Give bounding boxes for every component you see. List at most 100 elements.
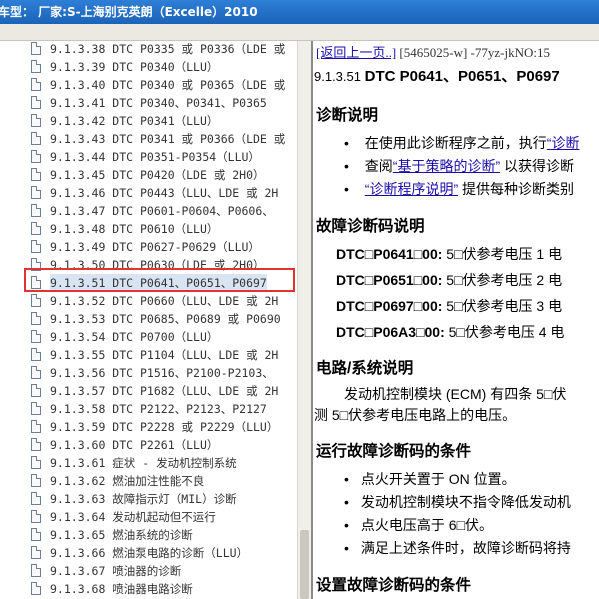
document-page-icon <box>31 456 41 469</box>
bullet-dot: • <box>344 158 349 174</box>
diag-bullet-3: • “诊断程序说明” 提供每种诊断类别 <box>344 181 575 197</box>
document-page-icon <box>31 420 41 433</box>
document-page-icon <box>31 240 41 253</box>
tree-item[interactable]: 9.1.3.46 DTC P0443（LLU、LDE 或 2H <box>0 184 297 202</box>
tree-item[interactable]: 9.1.3.50 DTC P0630（LDE 或 2H0） <box>0 256 297 274</box>
document-page-icon <box>31 510 41 523</box>
doc-nav-line: [返回上一页..] [5465025-w] -77yz-jkNO:15 <box>316 42 550 61</box>
doc-title-number: 9.1.3.51 <box>314 69 365 84</box>
tree-item[interactable]: 9.1.3.58 DTC P2122、P2123、P2127 <box>0 400 297 418</box>
circuit-paragraph-line-1: 发动机控制模块 (ECM) 有四条 5□伏 <box>344 386 567 402</box>
run-bullet: • 满足上述条件时，故障诊断码将持 <box>344 540 571 556</box>
document-page-icon <box>31 60 41 73</box>
diag-bullet-1: • 在使用此诊断程序之前，执行“诊断 <box>344 135 580 151</box>
document-page-icon <box>31 312 41 325</box>
tree-item-label: 9.1.3.61 症状 - 发动机控制系统 <box>50 456 237 470</box>
document-page-icon <box>31 330 41 343</box>
tree-item[interactable]: 9.1.3.63 故障指示灯（MIL）诊断 <box>0 490 297 508</box>
section-heading-run-conditions: 运行故障诊断码的条件 <box>316 443 472 460</box>
tree-item[interactable]: 9.1.3.40 DTC P0340 或 P0365（LDE 或 <box>0 76 297 94</box>
pane-divider[interactable] <box>311 41 313 599</box>
tree-item[interactable]: 9.1.3.41 DTC P0340、P0341、P0365 <box>0 94 297 112</box>
tree-item[interactable]: 9.1.3.54 DTC P0700（LLU） <box>0 328 297 346</box>
section-heading-diag: 诊断说明 <box>316 107 379 124</box>
tree-item[interactable]: 9.1.3.49 DTC P0627-P0629（LLU） <box>0 238 297 256</box>
window-title-bar: 车型： 厂家:S-上海别克英朗（Excelle）2010 <box>0 0 599 24</box>
tree-item[interactable]: 9.1.3.56 DTC P1516、P2100-P2103、 <box>0 364 297 382</box>
tree-item-label: 9.1.3.57 DTC P1682（LLU、LDE 或 2H <box>50 384 279 398</box>
tree-item[interactable]: 9.1.3.47 DTC P0601-P0604、P0606、 <box>0 202 297 220</box>
bullet-dot: • <box>344 494 349 510</box>
tree-item-label: 9.1.3.65 燃油系统的诊断 <box>50 528 193 542</box>
tree-item[interactable]: 9.1.3.64 发动机起动但不运行 <box>0 508 297 526</box>
tree-item-label: 9.1.3.51 DTC P0641、P0651、P0697 <box>50 274 267 292</box>
document-page-icon <box>31 366 41 379</box>
document-page-icon <box>31 384 41 397</box>
diag-link-1[interactable]: “诊断 <box>547 135 580 151</box>
tree-item-label: 9.1.3.59 DTC P2228 或 P2229（LLU） <box>50 420 279 434</box>
section-heading-set-conditions: 设置故障诊断码的条件 <box>316 577 472 594</box>
tree-item-label: 9.1.3.39 DTC P0340（LLU） <box>50 60 219 74</box>
tree-item-label: 9.1.3.44 DTC P0351-P0354（LLU） <box>50 150 260 164</box>
tree-item[interactable]: 9.1.3.66 燃油泵电路的诊断（LLU） <box>0 544 297 562</box>
dtc-line: DTC□P0697□00: 5□伏参考电压 3 电 <box>336 298 563 314</box>
section-heading-circuit: 电路/系统说明 <box>316 360 414 377</box>
tree-item-label: 9.1.3.64 发动机起动但不运行 <box>50 510 216 524</box>
tree-item-label: 9.1.3.45 DTC P0420（LDE 或 2H0） <box>50 168 265 182</box>
tree-item[interactable]: 9.1.3.52 DTC P0660（LLU、LDE 或 2H <box>0 292 297 310</box>
diag-link-2[interactable]: “基于策略的诊断” <box>393 158 500 174</box>
dtc-line: DTC□P0651□00: 5□伏参考电压 2 电 <box>336 272 563 288</box>
tree-scrollbar[interactable] <box>297 41 312 599</box>
tree-item[interactable]: 9.1.3.59 DTC P2228 或 P2229（LLU） <box>0 418 297 436</box>
run-bullet: • 发动机控制模块不指令降低发动机 <box>344 494 571 510</box>
tree-item[interactable]: 9.1.3.43 DTC P0341 或 P0366（LDE 或 <box>0 130 297 148</box>
tree-item-label: 9.1.3.46 DTC P0443（LLU、LDE 或 2H <box>50 186 279 200</box>
tree-item[interactable]: 9.1.3.57 DTC P1682（LLU、LDE 或 2H <box>0 382 297 400</box>
document-pane: [返回上一页..] [5465025-w] -77yz-jkNO:15 9.1.… <box>314 41 599 599</box>
tree-item[interactable]: 9.1.3.42 DTC P0341（LLU） <box>0 112 297 130</box>
tree-item-label: 9.1.3.47 DTC P0601-P0604、P0606、 <box>50 204 274 218</box>
tree-item-label: 9.1.3.63 故障指示灯（MIL）诊断 <box>50 492 237 506</box>
tree-item[interactable]: 9.1.3.53 DTC P0685、P0689 或 P0690 <box>0 310 297 328</box>
tree-item[interactable]: 9.1.3.60 DTC P2261（LLU） <box>0 436 297 454</box>
back-link[interactable]: [返回上一页..] <box>316 45 396 60</box>
doc-title: 9.1.3.51 DTC P0641、P0651、P0697 <box>314 65 560 86</box>
tree-item-label: 9.1.3.60 DTC P2261（LLU） <box>50 438 219 452</box>
diag-bullet-2: • 查阅“基于策略的诊断” 以获得诊断 <box>344 158 575 174</box>
tree-item-label: 9.1.3.68 喷油器电路诊断 <box>50 582 193 596</box>
document-page-icon <box>31 132 41 145</box>
tree-item-label: 9.1.3.62 燃油加注性能不良 <box>50 474 205 488</box>
tree-scrollbar-thumb[interactable] <box>300 530 309 599</box>
bullet-dot: • <box>344 135 349 151</box>
bullet-dot: • <box>344 471 349 487</box>
document-page-icon <box>31 402 41 415</box>
document-page-icon <box>31 438 41 451</box>
diag-link-3[interactable]: “诊断程序说明” <box>365 181 458 197</box>
document-page-icon <box>31 168 41 181</box>
document-page-icon <box>31 96 41 109</box>
tree-item-label: 9.1.3.38 DTC P0335 或 P0336（LDE 或 <box>50 42 286 56</box>
document-page-icon <box>31 546 41 559</box>
tree-item-selected[interactable]: 9.1.3.51 DTC P0641、P0651、P0697 <box>0 274 297 292</box>
tree-item[interactable]: 9.1.3.48 DTC P0610（LLU） <box>0 220 297 238</box>
document-page-icon <box>31 204 41 217</box>
circuit-paragraph-line-2: 测 5□伏参考电压电路上的电压。 <box>314 407 517 423</box>
bullet-dot: • <box>344 181 349 197</box>
run-bullet: • 点火开关置于 ON 位置。 <box>344 471 516 487</box>
tree-item[interactable]: 9.1.3.55 DTC P1104（LLU、LDE 或 2H <box>0 346 297 364</box>
tree-item[interactable]: 9.1.3.61 症状 - 发动机控制系统 <box>0 454 297 472</box>
tree-item-label: 9.1.3.43 DTC P0341 或 P0366（LDE 或 <box>50 132 286 146</box>
tree-item[interactable]: 9.1.3.45 DTC P0420（LDE 或 2H0） <box>0 166 297 184</box>
tree-item[interactable]: 9.1.3.62 燃油加注性能不良 <box>0 472 297 490</box>
tree-item-label: 9.1.3.40 DTC P0340 或 P0365（LDE 或 <box>50 78 286 92</box>
tree-item[interactable]: 9.1.3.44 DTC P0351-P0354（LLU） <box>0 148 297 166</box>
dtc-line: DTC□P06A3□00: 5□伏参考电压 4 电 <box>336 324 565 340</box>
tree-item[interactable]: 9.1.3.67 喷油器的诊断 <box>0 562 297 580</box>
tree-item[interactable]: 9.1.3.38 DTC P0335 或 P0336（LDE 或 <box>0 41 297 58</box>
document-page-icon <box>31 294 41 307</box>
tree-item[interactable]: 9.1.3.68 喷油器电路诊断 <box>0 580 297 598</box>
tree-item[interactable]: 9.1.3.39 DTC P0340（LLU） <box>0 58 297 76</box>
tree-item[interactable]: 9.1.3.65 燃油系统的诊断 <box>0 526 297 544</box>
section-heading-dtc: 故障诊断码说明 <box>316 218 425 235</box>
tree-item-label: 9.1.3.42 DTC P0341（LLU） <box>50 114 219 128</box>
